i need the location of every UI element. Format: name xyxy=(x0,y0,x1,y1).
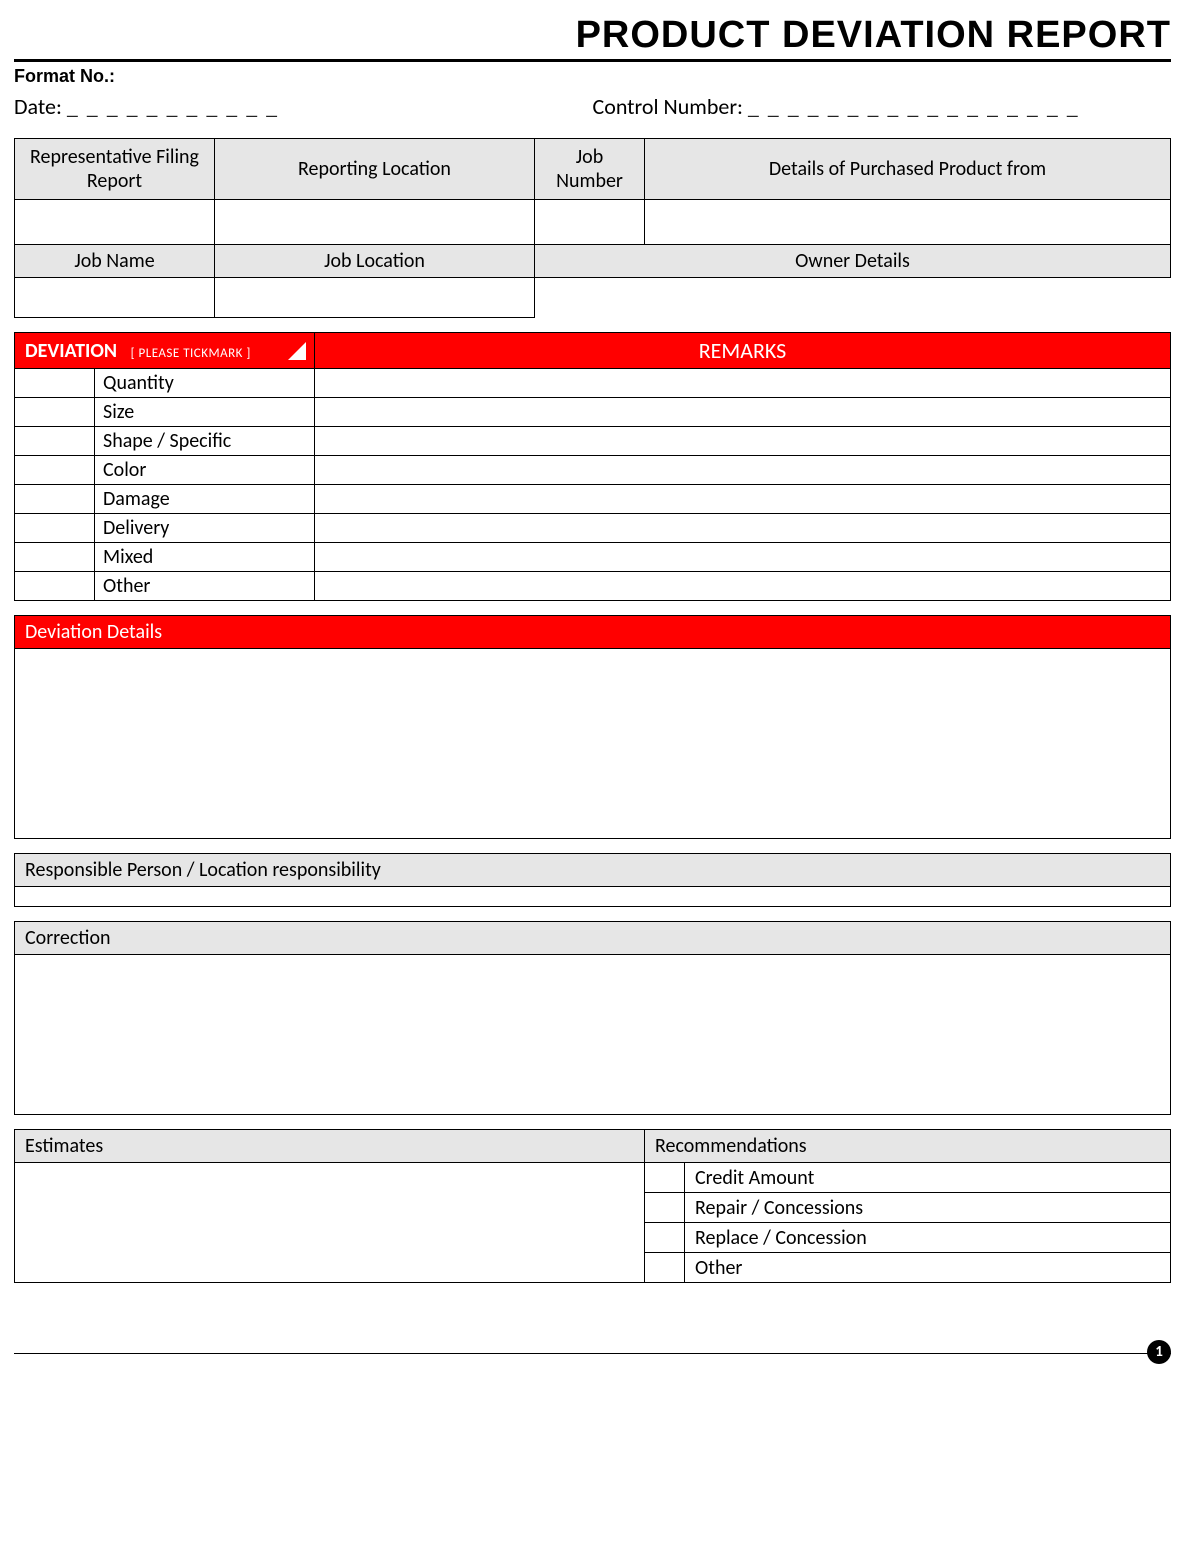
deviation-row: Color xyxy=(15,456,1171,485)
correction-section: Correction xyxy=(14,921,1171,1115)
estimates-table: Estimates Recommendations Credit AmountR… xyxy=(14,1129,1171,1283)
deviation-details-header: Deviation Details xyxy=(14,615,1171,649)
owner-details-header: Owner Details xyxy=(535,245,1171,278)
deviation-label: Damage xyxy=(95,485,315,514)
deviation-remark[interactable] xyxy=(315,514,1171,543)
deviation-remark[interactable] xyxy=(315,543,1171,572)
deviation-label: Quantity xyxy=(95,369,315,398)
deviation-row: Mixed xyxy=(15,543,1171,572)
recommendation-checkbox[interactable] xyxy=(645,1253,685,1283)
recommendation-checkbox[interactable] xyxy=(645,1193,685,1223)
recommendation-checkbox[interactable] xyxy=(645,1163,685,1193)
job-number-value[interactable] xyxy=(535,200,645,246)
control-number-blank[interactable]: _ _ _ _ _ _ _ _ _ _ _ _ _ _ _ _ _ xyxy=(748,93,1080,120)
date-blank[interactable]: _ _ _ _ _ _ _ _ _ _ _ xyxy=(67,93,279,120)
rep-filing-value[interactable] xyxy=(15,200,215,246)
date-label: Date: xyxy=(14,93,62,120)
deviation-row: Size xyxy=(15,398,1171,427)
recommendation-label: Replace / Concession xyxy=(685,1223,1171,1253)
remarks-header: REMARKS xyxy=(315,333,1171,369)
page-number: 1 xyxy=(1147,1340,1171,1364)
deviation-remark[interactable] xyxy=(315,456,1171,485)
purchased-from-header: Details of Purchased Product from xyxy=(645,139,1171,200)
deviation-label: Delivery xyxy=(95,514,315,543)
deviation-remark[interactable] xyxy=(315,427,1171,456)
deviation-label: Other xyxy=(95,572,315,601)
deviation-header-text: DEVIATION xyxy=(25,339,117,363)
deviation-label: Shape / Specific xyxy=(95,427,315,456)
job-number-header: Job Number xyxy=(535,139,645,200)
deviation-checkbox[interactable] xyxy=(15,485,95,514)
deviation-remark[interactable] xyxy=(315,485,1171,514)
job-name-value[interactable] xyxy=(15,278,215,318)
reporting-location-value[interactable] xyxy=(215,200,535,246)
tickmark-hint: [ PLEASE TICKMARK ] xyxy=(131,346,251,361)
recommendation-label: Repair / Concessions xyxy=(685,1193,1171,1223)
correction-header: Correction xyxy=(14,921,1171,955)
responsible-header: Responsible Person / Location responsibi… xyxy=(14,853,1171,887)
recommendation-checkbox[interactable] xyxy=(645,1223,685,1253)
responsible-section: Responsible Person / Location responsibi… xyxy=(14,853,1171,907)
estimates-header: Estimates xyxy=(15,1130,645,1163)
estimates-body[interactable] xyxy=(15,1163,645,1283)
triangle-icon xyxy=(288,342,306,360)
deviation-label: Mixed xyxy=(95,543,315,572)
deviation-details-section: Deviation Details xyxy=(14,615,1171,839)
deviation-header: DEVIATION [ PLEASE TICKMARK ] xyxy=(15,333,315,369)
deviation-checkbox[interactable] xyxy=(15,543,95,572)
job-location-value[interactable] xyxy=(215,278,535,318)
deviation-row: Quantity xyxy=(15,369,1171,398)
deviation-label: Size xyxy=(95,398,315,427)
deviation-details-body[interactable] xyxy=(14,649,1171,839)
deviation-checkbox[interactable] xyxy=(15,398,95,427)
deviation-remark[interactable] xyxy=(315,398,1171,427)
page-title: PRODUCT DEVIATION REPORT xyxy=(14,14,1171,57)
recommendation-label: Other xyxy=(685,1253,1171,1283)
recommendation-label: Credit Amount xyxy=(685,1163,1171,1193)
divider xyxy=(14,59,1171,62)
rep-filing-header: Representative Filing Report xyxy=(15,139,215,200)
purchased-from-value[interactable] xyxy=(645,200,1171,246)
recommendation-row: Credit Amount xyxy=(15,1163,1171,1193)
deviation-remark[interactable] xyxy=(315,572,1171,601)
owner-details-value[interactable] xyxy=(535,278,1171,318)
meta-row: Date: _ _ _ _ _ _ _ _ _ _ _ Control Numb… xyxy=(14,93,1171,120)
info-table-1: Representative Filing Report Reporting L… xyxy=(14,138,1171,246)
deviation-checkbox[interactable] xyxy=(15,456,95,485)
deviation-row: Damage xyxy=(15,485,1171,514)
deviation-table: DEVIATION [ PLEASE TICKMARK ] REMARKS Qu… xyxy=(14,332,1171,601)
info-table-2b: Job Name Job Location Owner Details xyxy=(14,244,1171,318)
deviation-row: Delivery xyxy=(15,514,1171,543)
deviation-row: Shape / Specific xyxy=(15,427,1171,456)
reporting-location-header: Reporting Location xyxy=(215,139,535,200)
correction-body[interactable] xyxy=(14,955,1171,1115)
deviation-checkbox[interactable] xyxy=(15,369,95,398)
deviation-checkbox[interactable] xyxy=(15,572,95,601)
control-number-label: Control Number: xyxy=(593,93,743,120)
recommendations-header: Recommendations xyxy=(645,1130,1171,1163)
deviation-checkbox[interactable] xyxy=(15,514,95,543)
deviation-checkbox[interactable] xyxy=(15,427,95,456)
job-location-header: Job Location xyxy=(215,245,535,278)
responsible-body[interactable] xyxy=(14,887,1171,907)
deviation-label: Color xyxy=(95,456,315,485)
job-name-header: Job Name xyxy=(15,245,215,278)
deviation-row: Other xyxy=(15,572,1171,601)
deviation-remark[interactable] xyxy=(315,369,1171,398)
format-number-label: Format No.: xyxy=(14,66,1171,87)
page-footer: 1 xyxy=(14,1353,1171,1383)
